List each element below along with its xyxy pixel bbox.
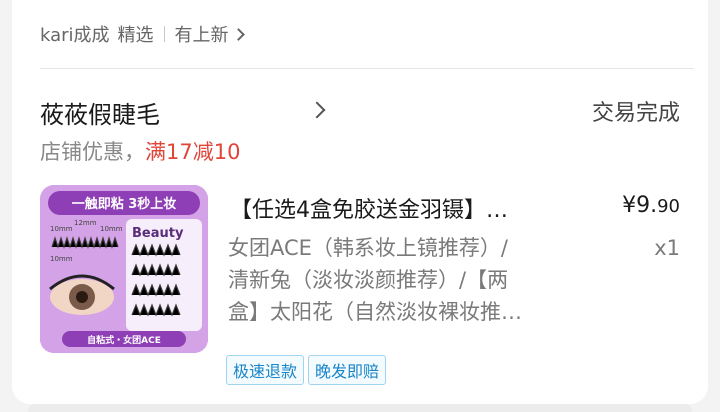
divider [40,68,694,69]
spec-line: 盒】太阳花（自然淡妆裸妆推… [228,300,522,324]
image-banner-text: 一触即粘 3秒上妆 [72,196,177,212]
product-quantity: x1 [654,236,680,260]
tag-late-compensation: 晚发即赔 [308,355,387,385]
image-size-label: 10mm [100,225,123,233]
promo-label: 店铺优惠， [40,140,145,164]
product-thumbnail[interactable]: 一触即粘 3秒上妆 Beauty 10mm 12mm 10mm 10mm 自粘式… [40,185,208,353]
image-size-label: 10mm [50,255,73,263]
spec-line: 女团ACE（韩系妆上镜推荐）/ [228,236,509,260]
chevron-right-icon[interactable] [308,101,326,119]
product-spec: 女团ACE（韩系妆上镜推荐）/ 清新兔（淡妆淡颜推荐）/【两 盒】太阳花（自然淡… [228,232,600,328]
image-brand-text: Beauty [132,226,184,241]
product-title[interactable]: 【任选4盒免胶送金羽镊】… [230,192,570,224]
image-size-label: 12mm [74,219,97,227]
user-name: kari成成 [40,25,110,46]
price-main: ¥9. [622,193,658,218]
promo-value: 满17减10 [145,140,241,164]
separator [163,26,165,42]
order-status: 交易完成 [591,101,680,126]
service-tags: 极速退款 晚发即赔 [226,355,387,385]
chevron-right-icon [231,27,245,41]
new-arrivals-link[interactable]: 有上新 [175,21,229,47]
shop-name[interactable]: 莜莜假睫毛 [40,95,160,130]
next-card-edge [28,404,692,412]
featured-label: 精选 [117,25,154,46]
image-footer-text: 自粘式・女团ACE [87,334,161,346]
product-image: 一触即粘 3秒上妆 Beauty 10mm 12mm 10mm 10mm 自粘式… [40,185,208,353]
store-header[interactable]: kari成成 精选 有上新 [40,20,245,48]
order-card: kari成成 精选 有上新 莜莜假睫毛 交易完成 店铺优惠，满17减10 一触即… [12,0,708,404]
spec-line: 清新兔（淡妆淡颜推荐）/【两 [228,268,509,292]
image-size-label: 10mm [50,225,73,233]
shop-promo: 店铺优惠，满17减10 [40,136,240,166]
product-price: ¥9.90 [622,193,680,218]
tag-fast-refund: 极速退款 [226,355,305,385]
price-cents: 90 [657,196,680,217]
